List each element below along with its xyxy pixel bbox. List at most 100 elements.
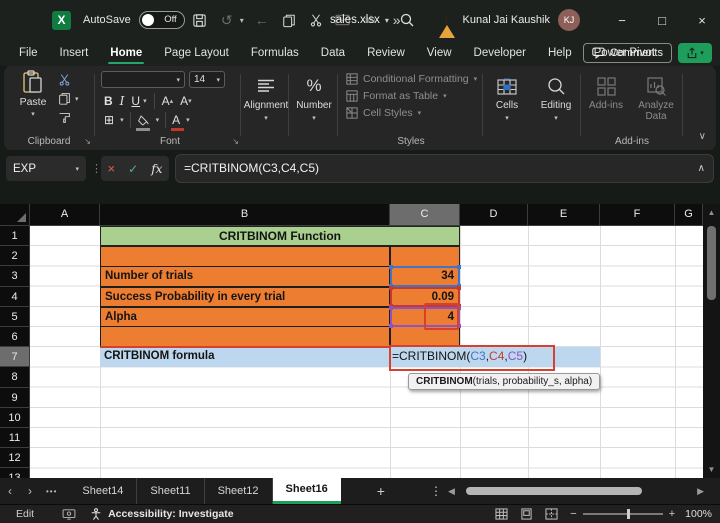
row-header[interactable]: 4 <box>0 286 30 307</box>
ribbon-tab[interactable]: Page Layout <box>153 41 240 65</box>
redo-icon[interactable]: ← <box>250 8 274 32</box>
avatar[interactable]: KJ <box>558 9 580 31</box>
accessibility-status[interactable]: Accessibility: Investigate <box>108 508 233 520</box>
normal-view-icon[interactable] <box>495 508 508 520</box>
underline-chevron-icon[interactable]: ▾ <box>143 97 147 105</box>
ribbon-tab[interactable]: File <box>8 41 49 65</box>
copy-icon[interactable] <box>277 8 301 32</box>
page-layout-view-icon[interactable] <box>520 508 533 520</box>
cell-b7-label[interactable]: CRITBINOM formula <box>100 347 390 367</box>
column-header[interactable]: F <box>600 204 675 226</box>
horizontal-scrollbar-thumb[interactable] <box>466 487 642 495</box>
row-header[interactable]: 7 <box>0 347 30 368</box>
column-header[interactable]: C <box>390 204 460 226</box>
italic-button[interactable]: I <box>120 92 125 110</box>
row-header[interactable]: 1 <box>0 226 30 247</box>
bold-button[interactable]: B <box>104 92 113 110</box>
vertical-scrollbar[interactable]: ▲ ▼ <box>703 204 720 478</box>
zoom-slider-thumb[interactable] <box>626 509 630 519</box>
user-name[interactable]: Kunal Jai Kaushik <box>463 14 550 26</box>
insert-function-icon[interactable]: fx <box>151 162 162 176</box>
cells-button[interactable]: Cells ▾ <box>485 66 529 150</box>
sheet-tab[interactable]: Sheet16 <box>272 478 341 504</box>
horizontal-scrollbar[interactable]: ◀ ▶ <box>448 484 704 498</box>
column-header[interactable]: B <box>100 204 390 226</box>
row-header[interactable]: 9 <box>0 387 30 408</box>
select-all-corner[interactable] <box>0 204 30 226</box>
undo-icon[interactable]: ↺ <box>215 8 239 32</box>
row-header[interactable]: 10 <box>0 407 30 428</box>
cell-b5-label[interactable]: Alpha <box>100 306 390 327</box>
clipboard-dialog-launcher-icon[interactable]: ↘ <box>84 137 91 146</box>
autosave-toggle[interactable]: Off <box>138 11 185 29</box>
increase-font-size-button[interactable]: A ▴ <box>162 92 174 110</box>
file-title[interactable]: sales.xlsx ▾ <box>330 0 389 40</box>
undo-chevron-icon[interactable]: ▾ <box>237 16 247 25</box>
row-header[interactable]: 8 <box>0 367 30 388</box>
font-color-chevron-icon[interactable]: ▾ <box>186 116 190 124</box>
ribbon-tab[interactable]: View <box>416 41 463 65</box>
font-size-combo[interactable]: 14 ▾ <box>189 71 225 88</box>
search-icon[interactable] <box>399 12 415 28</box>
editing-button[interactable]: Editing ▾ <box>532 66 580 150</box>
number-button[interactable]: % Number ▾ <box>291 66 337 150</box>
comments-button[interactable]: Comments <box>582 43 672 63</box>
sheet-tab[interactable]: Sheet12 <box>205 478 273 504</box>
fill-color-icon[interactable] <box>135 111 150 131</box>
sheet-nav-left-icon[interactable]: ‹ <box>0 484 20 498</box>
cell-title-critbinom[interactable]: CRITBINOM Function <box>100 226 460 247</box>
column-header[interactable]: D <box>460 204 528 226</box>
close-button[interactable]: × <box>688 0 716 40</box>
ribbon-tab[interactable]: Help <box>537 41 583 65</box>
column-header[interactable]: E <box>528 204 600 226</box>
warning-icon[interactable]: ! <box>438 13 455 38</box>
row-header[interactable]: 6 <box>0 326 30 348</box>
zoom-in-button[interactable]: + <box>669 508 675 520</box>
maximize-button[interactable]: □ <box>648 0 676 40</box>
scroll-right-icon[interactable]: ▶ <box>697 486 704 497</box>
cell-b4-label[interactable]: Success Probability in every trial <box>100 286 390 307</box>
borders-icon[interactable]: ⊞ <box>104 111 114 129</box>
column-header[interactable]: A <box>30 204 100 226</box>
column-header[interactable]: G <box>675 204 703 226</box>
chevron-down-icon[interactable]: ▾ <box>75 95 79 103</box>
cell-c3-value[interactable]: 34 <box>389 265 461 288</box>
row-header[interactable]: 2 <box>0 246 30 267</box>
cut-icon[interactable] <box>58 70 88 89</box>
scroll-left-icon[interactable]: ◀ <box>448 486 455 497</box>
scroll-down-icon[interactable]: ▼ <box>703 465 720 474</box>
accessibility-icon[interactable] <box>90 508 102 520</box>
share-button[interactable]: ▾ <box>678 43 712 63</box>
cell-b3-label[interactable]: Number of trials <box>100 266 390 287</box>
underline-button[interactable]: U <box>131 92 140 110</box>
sheet-nav-right-icon[interactable]: › <box>20 484 40 498</box>
sheet-more-icon[interactable]: ••• <box>40 487 63 496</box>
paste-button[interactable]: Paste ▾ <box>14 70 52 128</box>
ribbon-tab[interactable]: Developer <box>463 41 537 65</box>
font-dialog-launcher-icon[interactable]: ↘ <box>232 137 239 146</box>
ribbon-tab[interactable]: Home <box>99 41 153 65</box>
scroll-up-icon[interactable]: ▲ <box>703 208 720 217</box>
minimize-button[interactable]: − <box>608 0 636 40</box>
formula-input[interactable]: =CRITBINOM(C3,C4,C5) ∧ <box>175 154 714 183</box>
zoom-slider[interactable] <box>582 509 663 519</box>
row-header[interactable]: 12 <box>0 448 30 469</box>
ribbon-tab[interactable]: Data <box>310 41 356 65</box>
sheet-menu-icon[interactable]: ⋮ <box>430 484 442 498</box>
ribbon-collapse-chevron-icon[interactable]: ∨ <box>699 131 706 142</box>
decrease-font-size-button[interactable]: A ▾ <box>180 92 192 110</box>
add-sheet-button[interactable]: + <box>377 483 385 499</box>
zoom-level[interactable]: 100% <box>685 508 712 520</box>
ribbon-tab[interactable]: Formulas <box>240 41 310 65</box>
format-painter-icon[interactable] <box>58 108 88 127</box>
copy-icon[interactable]: ▾ <box>58 89 88 108</box>
enter-icon[interactable]: ✓ <box>128 162 138 176</box>
ribbon-tab[interactable]: Insert <box>49 41 100 65</box>
name-box[interactable]: EXP ▾ <box>6 156 86 181</box>
vertical-scrollbar-thumb[interactable] <box>707 226 716 300</box>
save-icon[interactable] <box>188 8 212 32</box>
font-name-combo[interactable]: ▾ <box>101 71 185 88</box>
sheet-tab[interactable]: Sheet14 <box>69 478 138 504</box>
row-header[interactable]: 3 <box>0 266 30 287</box>
alignment-button[interactable]: Alignment ▾ <box>244 66 288 150</box>
